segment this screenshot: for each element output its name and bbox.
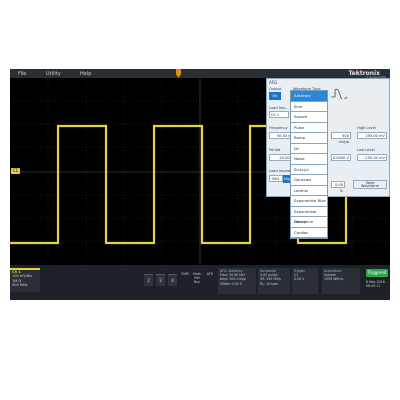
ch1-bandwidth: 500 MHz	[12, 282, 28, 287]
load-select[interactable]: Ch 1	[269, 111, 289, 118]
afg-panel-title: AFG	[269, 80, 278, 85]
trigger-level: 0.00 V	[294, 277, 305, 282]
waveform-option[interactable]: Haversine	[291, 217, 327, 228]
waveform-option[interactable]: DC	[291, 144, 327, 154]
trigger-badge[interactable]: Trigger C1 0.00 V	[292, 268, 318, 294]
date-time: 8 May 2018 08:45:11	[366, 280, 390, 288]
afg-config-panel: AFG Output On Load Imp. Ch 1 Frequency 5…	[266, 78, 390, 197]
ch4-button[interactable]: 4	[168, 274, 177, 286]
save-waveform-button[interactable]: Save Waveform	[353, 180, 387, 189]
trigger-position-marker[interactable]	[176, 69, 181, 78]
menu-utility[interactable]: Utility	[46, 71, 61, 77]
waveform-option[interactable]: Pulse	[291, 123, 327, 133]
offset-input[interactable]: 0.0000 V	[331, 154, 351, 161]
waveform-option[interactable]: Square	[291, 112, 327, 123]
waveform-preview-icon	[331, 88, 348, 99]
ch2-button[interactable]: 2	[144, 274, 153, 286]
frequency-label: Frequency	[269, 126, 288, 130]
waveform-type-dropdown[interactable]: Arbitrary Sine Square Pulse Ramp DC Nois…	[290, 90, 328, 239]
output-label: Output	[269, 87, 282, 91]
menu-file[interactable]: File	[18, 71, 26, 77]
load-label: Load Imp.	[269, 106, 287, 110]
waveform-option[interactable]: Lorentz	[291, 186, 327, 196]
afg-button[interactable]: AFG	[204, 272, 216, 286]
amplitude-input[interactable]: 500 mVpp	[331, 132, 351, 144]
high-level-label: High Level	[357, 126, 376, 130]
time-text: 08:45:11	[366, 284, 381, 289]
triggered-status-badge[interactable]: Triggered	[366, 269, 388, 277]
status-bar: Ch 1 100 mV/div 1M Ω 500 MHz 2 3 4 DVM M…	[10, 265, 390, 300]
afg-label: AFG	[206, 272, 214, 276]
horizontal-recordlength: RL: 10 kpts	[260, 281, 278, 286]
bus-label: Bus	[194, 280, 200, 284]
waveform-option[interactable]: Exponential Decay	[291, 207, 327, 224]
waveform-option[interactable]: Sin(x)/x	[291, 165, 327, 175]
waveform-option[interactable]: Ramp	[291, 133, 327, 144]
dvm-label: DVM	[181, 272, 189, 276]
menu-help[interactable]: Help	[80, 71, 91, 77]
horizontal-badge[interactable]: Horizontal 4.00 µs/div SR: 250 MS/s RL: …	[258, 268, 290, 294]
acquisition-badge[interactable]: Acquisition Sample 1559 Wfm/s	[322, 268, 360, 294]
ch3-button[interactable]: 3	[156, 274, 165, 286]
menu-bar: File Utility Help Tektronix 5 Series MSO	[10, 69, 390, 79]
waveform-option[interactable]: Cardiac	[291, 228, 327, 238]
duty-input[interactable]: 0.00 %	[331, 181, 345, 193]
waveform-option[interactable]: Arbitrary	[291, 91, 327, 102]
waveform-option[interactable]: Sine	[291, 102, 327, 112]
low-level-label: Low Level	[357, 148, 375, 152]
afg-badge-offset: Offset: 0.00 V	[220, 281, 242, 286]
waveform-option[interactable]: Exponential Rise	[291, 196, 327, 207]
ch1-level-marker[interactable]: C1	[11, 168, 20, 174]
afg-badge[interactable]: AFG: Arbitrary Freq: 50.00 kHz Amp: 500 …	[218, 268, 256, 294]
waveform-option[interactable]: Noise	[291, 154, 327, 165]
period-label: Period	[269, 148, 281, 152]
acquisition-rate: 1559 Wfm/s	[324, 277, 344, 282]
high-level-input[interactable]: 250.00 mV	[357, 132, 387, 139]
output-on-toggle[interactable]: On	[269, 92, 281, 100]
ch1-badge[interactable]: Ch 1 100 mV/div 1M Ω 500 MHz	[10, 268, 40, 292]
dvm-button[interactable]: DVM	[179, 272, 191, 286]
math-ref-bus-buttons[interactable]: Math Ref Bus	[191, 272, 203, 286]
waveform-option[interactable]: Gaussian	[291, 175, 327, 186]
low-level-input[interactable]: -250.00 mV	[357, 154, 387, 161]
load-impedance-50[interactable]: 50Ω	[269, 175, 283, 182]
